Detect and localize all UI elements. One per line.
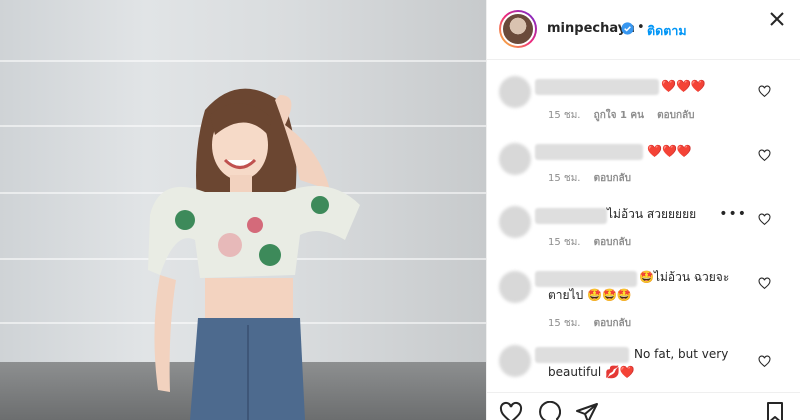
- post-actions-bar: [487, 392, 800, 420]
- comment-item: ไม่อ้วน สวยยยยย 15 ชม. ตอบกลับ •••: [487, 195, 800, 261]
- follow-button[interactable]: ติดตาม: [647, 21, 687, 41]
- comment-like-icon[interactable]: [758, 355, 771, 368]
- comment-text: ไม่อ้วน สวยยยยย: [607, 207, 697, 221]
- woman-figure: [148, 88, 360, 420]
- commenter-avatar[interactable]: [499, 271, 531, 303]
- close-icon[interactable]: [764, 6, 790, 32]
- comment-like-icon[interactable]: [758, 213, 771, 226]
- comment-time: 15 ชม.: [548, 237, 581, 248]
- commenter-avatar[interactable]: [499, 206, 531, 238]
- comment-text-line1: 🤩ไม่อ้วน ฉวยจะ: [639, 270, 730, 284]
- reply-button[interactable]: ตอบกลับ: [594, 173, 631, 184]
- redacted-username: [535, 271, 637, 287]
- comment-meta: 15 ชม. ถูกใจ 1 คน ตอบกลับ: [548, 108, 705, 123]
- verified-badge-icon: [621, 22, 634, 35]
- redacted-username: [535, 79, 659, 95]
- comment-options-button[interactable]: •••: [719, 206, 747, 222]
- comment-meta: 15 ชม. ตอบกลับ: [548, 316, 641, 331]
- comment-time: 15 ชม.: [548, 173, 581, 184]
- comment-like-icon[interactable]: [758, 277, 771, 290]
- comment-item: ❤️❤️❤️ 15 ชม. ถูกใจ 1 คน ตอบกลับ: [487, 61, 800, 131]
- comment-item: No fat, but very beautiful 💋❤️: [487, 339, 800, 391]
- comment-meta: 15 ชม. ตอบกลับ: [548, 171, 641, 186]
- share-icon[interactable]: [575, 401, 599, 420]
- comment-time: 15 ชม.: [548, 318, 581, 329]
- author-avatar[interactable]: [499, 10, 537, 48]
- post-photo[interactable]: [0, 0, 486, 420]
- comment-like-icon[interactable]: [758, 149, 771, 162]
- separator-dot: •: [637, 20, 645, 35]
- commenter-avatar[interactable]: [499, 143, 531, 175]
- comment-text: ❤️❤️❤️: [647, 144, 692, 158]
- comment-meta: 15 ชม. ตอบกลับ: [548, 235, 641, 250]
- comment-text-line2: ตายไป 🤩🤩🤩: [548, 288, 632, 302]
- heart-icon[interactable]: [499, 401, 523, 420]
- comment-likes[interactable]: ถูกใจ 1 คน: [594, 110, 644, 121]
- reply-button[interactable]: ตอบกลับ: [594, 318, 631, 329]
- comment-text: ❤️❤️❤️: [661, 79, 706, 93]
- comment-text-line1: No fat, but very: [634, 347, 729, 361]
- redacted-username: [535, 144, 643, 160]
- redacted-username: [535, 347, 629, 363]
- redacted-username: [535, 208, 607, 224]
- comments-list[interactable]: ❤️❤️❤️ 15 ชม. ถูกใจ 1 คน ตอบกลับ ❤️❤️❤️ …: [487, 61, 800, 391]
- bookmark-icon[interactable]: [763, 401, 787, 420]
- reply-button[interactable]: ตอบกลับ: [594, 237, 631, 248]
- reply-button[interactable]: ตอบกลับ: [657, 110, 694, 121]
- post-header: minpechaya • ติดตาม: [487, 0, 800, 60]
- comment-like-icon[interactable]: [758, 85, 771, 98]
- comment-item: ❤️❤️❤️ 15 ชม. ตอบกลับ: [487, 131, 800, 195]
- comment-item: 🤩ไม่อ้วน ฉวยจะ ตายไป 🤩🤩🤩 15 ชม. ตอบกลับ: [487, 261, 800, 339]
- comment-icon[interactable]: [537, 401, 561, 420]
- comment-text-line2: beautiful 💋❤️: [548, 365, 635, 379]
- commenter-avatar[interactable]: [499, 345, 531, 377]
- comment-time: 15 ชม.: [548, 110, 581, 121]
- post-side-panel: minpechaya • ติดตาม ❤️❤️❤️ 15 ชม. ถูกใจ …: [486, 0, 800, 420]
- commenter-avatar[interactable]: [499, 76, 531, 108]
